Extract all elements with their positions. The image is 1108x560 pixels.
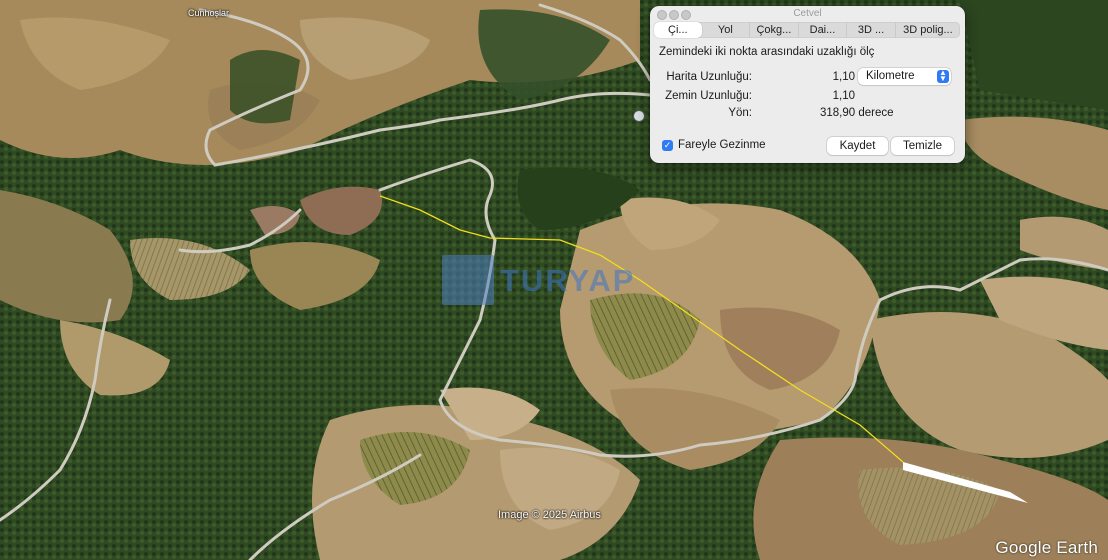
map-length-label: Harita Uzunluğu: bbox=[666, 71, 752, 83]
watermark-text: TURYAP bbox=[500, 263, 636, 298]
window-titlebar[interactable]: Cetvel bbox=[650, 6, 965, 22]
clear-button[interactable]: Temizle bbox=[891, 137, 954, 155]
unit-select-value: Kilometre bbox=[866, 70, 915, 82]
unit-select[interactable]: Kilometre ▲ ▼ bbox=[858, 68, 951, 85]
watermark-handshake-icon bbox=[442, 255, 494, 305]
heading-value: 318,90 derece bbox=[820, 107, 894, 119]
tab-polygon[interactable]: Çokg... bbox=[750, 22, 799, 38]
tab-3d-polygon[interactable]: 3D polig... bbox=[896, 22, 960, 38]
tab-line[interactable]: Çi... bbox=[654, 22, 702, 38]
tab-path[interactable]: Yol bbox=[702, 22, 751, 38]
ruler-description: Zemindeki iki nokta arasındaki uzaklığı … bbox=[659, 46, 875, 58]
ground-length-value: 1,10 bbox=[832, 90, 855, 102]
select-arrows-icon: ▲ ▼ bbox=[937, 69, 949, 83]
tab-circle[interactable]: Dai... bbox=[799, 22, 848, 38]
mouse-navigation-label[interactable]: Fareyle Gezinme bbox=[678, 139, 766, 151]
google-earth-logo: Google Earth bbox=[995, 538, 1098, 557]
heading-row: Yön: 318,90 derece bbox=[650, 107, 965, 123]
map-length-row: Harita Uzunluğu: 1,10 Kilometre ▲ ▼ bbox=[650, 68, 965, 87]
ruler-tabbar: Çi... Yol Çokg... Dai... 3D ... 3D polig… bbox=[654, 22, 960, 38]
village-label: Cunhoşlar bbox=[188, 8, 230, 18]
forest-area bbox=[230, 50, 300, 124]
map-length-value: 1,10 bbox=[832, 71, 855, 83]
watermark: TURYAP bbox=[442, 255, 672, 307]
ruler-footer: ✓ Fareyle Gezinme Kaydet Temizle bbox=[650, 137, 965, 157]
window-title: Cetvel bbox=[793, 8, 822, 19]
save-button[interactable]: Kaydet bbox=[827, 137, 888, 155]
ground-length-row: Zemin Uzunluğu: 1,10 bbox=[650, 90, 965, 106]
tab-3d-path[interactable]: 3D ... bbox=[847, 22, 896, 38]
imagery-credit: Image © 2025 Airbus bbox=[498, 509, 601, 521]
poi-marker-icon[interactable] bbox=[633, 110, 645, 122]
ruler-dialog: Cetvel Çi... Yol Çokg... Dai... 3D ... 3… bbox=[650, 6, 965, 163]
ground-length-label: Zemin Uzunluğu: bbox=[665, 90, 752, 102]
heading-label: Yön: bbox=[728, 107, 752, 119]
mouse-navigation-checkbox[interactable]: ✓ bbox=[662, 140, 673, 151]
